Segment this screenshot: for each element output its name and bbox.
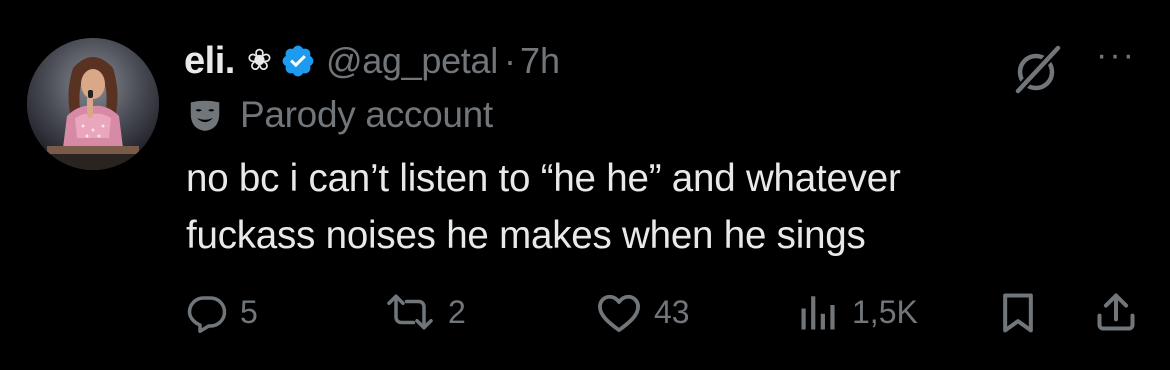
parody-badge: Parody account [186,94,493,136]
parody-mask-icon [190,100,220,131]
separator-dot: · [503,40,516,81]
share-button[interactable] [1094,286,1138,338]
view-count: 1,5K [852,293,918,330]
tweet-text-line: no bc i can’t listen to “he he” and what… [186,157,901,200]
flower-icon: ❀ [246,44,272,77]
share-icon [1097,293,1135,331]
views-button[interactable]: 1,5K [798,286,918,338]
repost-icon [387,294,433,330]
more-icon[interactable]: ··· [1096,38,1136,72]
action-bar: 5 2 43 1,5K [0,286,1170,338]
like-count: 43 [654,293,690,330]
parody-label: Parody account [240,94,493,135]
bookmark-icon [1003,293,1033,333]
reply-icon [187,296,227,333]
avatar[interactable] [27,38,159,170]
verified-badge-icon[interactable] [280,43,316,79]
tweet-card[interactable]: eli. ❀ @ag_petal · 7h ··· Parody account… [0,0,1170,370]
tweet-text-line: fuckass noises he makes when he sings [186,214,866,257]
heart-icon [598,294,640,333]
views-icon [801,296,835,330]
reply-button[interactable]: 5 [186,286,258,338]
reply-count: 5 [240,293,258,330]
tweet-header: eli. ❀ @ag_petal · 7h [184,36,560,86]
bookmark-button[interactable] [996,286,1040,338]
avatar-photo [27,38,159,170]
grok-icon[interactable] [1010,42,1066,98]
timestamp[interactable]: 7h [520,40,560,82]
repost-count: 2 [448,293,466,330]
display-name[interactable]: eli. [184,40,235,83]
repost-button[interactable]: 2 [384,286,466,338]
user-handle[interactable]: @ag_petal [326,40,498,82]
like-button[interactable]: 43 [596,286,690,338]
tweet-text: no bc i can’t listen to “he he” and what… [186,150,1146,264]
